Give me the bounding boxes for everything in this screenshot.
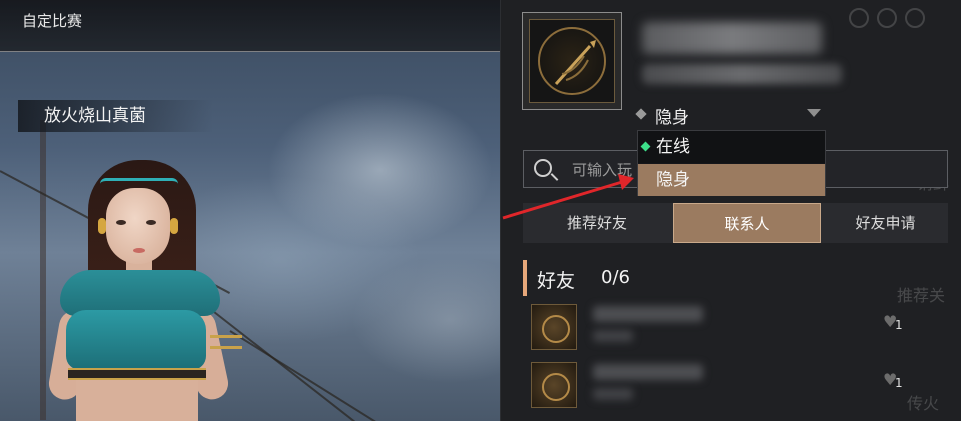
avatar bbox=[531, 362, 577, 408]
search-icon[interactable] bbox=[534, 159, 552, 177]
status-option-online[interactable]: 在线 bbox=[638, 131, 825, 163]
help-icon[interactable] bbox=[849, 8, 869, 28]
section-title: 好友 bbox=[537, 270, 576, 292]
friend-tabs: 推荐好友 联系人 好友申请 bbox=[523, 203, 948, 243]
status-current: 隐身 bbox=[655, 108, 689, 128]
tab-contacts[interactable]: 联系人 bbox=[673, 203, 821, 243]
chevron-down-icon[interactable] bbox=[807, 109, 821, 117]
friends-section-header[interactable]: 好友 0/6 bbox=[523, 260, 948, 296]
profile-name-redacted bbox=[642, 22, 822, 54]
online-dot-icon bbox=[640, 141, 651, 152]
status-dropdown: 在线 隐身 bbox=[637, 130, 826, 196]
friend-name-redacted bbox=[593, 306, 703, 322]
list-item[interactable]: ♥ 1 bbox=[523, 358, 948, 414]
mail-icon[interactable] bbox=[877, 8, 897, 28]
page-title: 自定比赛 bbox=[22, 12, 83, 30]
friend-status-redacted bbox=[593, 388, 633, 400]
scene-header: 自定比赛 bbox=[0, 0, 500, 52]
player-character bbox=[40, 160, 242, 421]
list-item[interactable]: ♥ 1 bbox=[523, 300, 948, 356]
profile-id-redacted bbox=[642, 64, 842, 84]
player-name-tag: 放火烧山真菌 bbox=[18, 100, 213, 132]
like-count: 1 bbox=[895, 318, 903, 332]
friend-status-redacted bbox=[593, 330, 633, 342]
friend-name-redacted bbox=[593, 364, 703, 380]
ship-rope bbox=[229, 330, 384, 421]
match-scene: 自定比赛 放火烧山真菌 bbox=[0, 0, 500, 421]
section-count: 0/6 bbox=[601, 267, 630, 288]
status-option-invisible[interactable]: 隐身 bbox=[638, 164, 825, 196]
status-indicator-icon bbox=[635, 108, 647, 120]
settings-icon[interactable] bbox=[905, 8, 925, 28]
friends-panel: 请鲜 推荐关 传火 隐身 在线 隐身 推荐好友 bbox=[500, 0, 961, 421]
section-accent bbox=[523, 260, 527, 296]
avatar bbox=[531, 304, 577, 350]
like-count: 1 bbox=[895, 376, 903, 390]
profile-avatar[interactable] bbox=[522, 12, 622, 110]
status-selector[interactable]: 隐身 bbox=[635, 103, 827, 128]
tab-recommended[interactable]: 推荐好友 bbox=[523, 203, 671, 243]
panel-top-icons bbox=[841, 8, 951, 32]
spear-emblem-icon bbox=[554, 40, 596, 86]
tab-friend-requests[interactable]: 好友申请 bbox=[823, 203, 948, 243]
